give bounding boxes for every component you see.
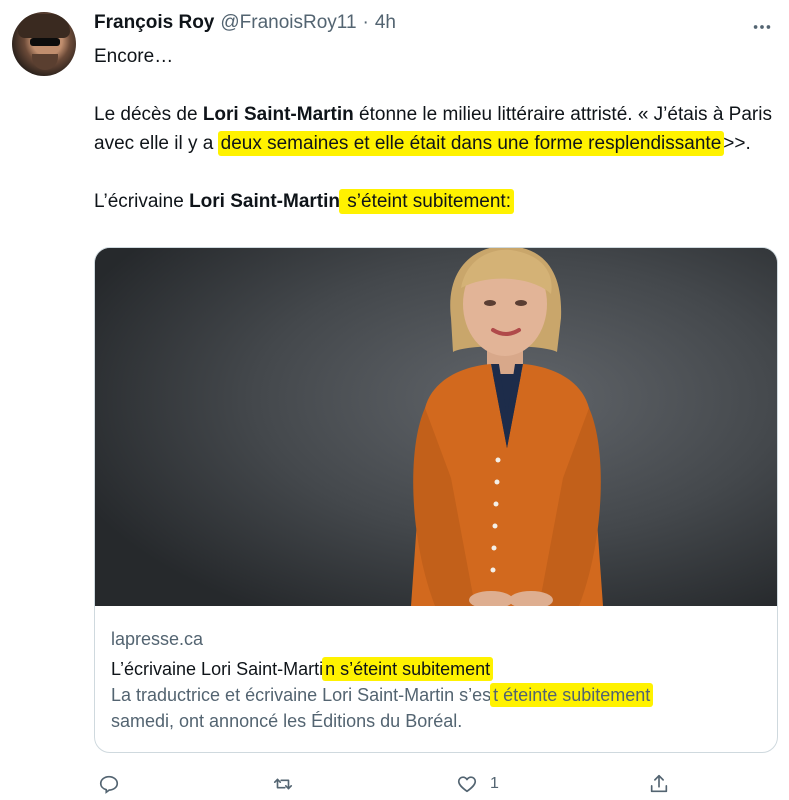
p2-bold-name: Lori Saint-Martin [202,104,354,125]
share-icon [650,774,668,793]
reply-button[interactable] [98,773,132,795]
header-separator: · [362,12,369,33]
avatar-beard [32,54,58,70]
card-title: L’écrivaine Lori Saint-Marti n s’éteint s… [111,656,761,682]
p2-text-a: Le décès de [94,104,203,125]
share-button[interactable] [648,773,670,795]
tweet-content: François Roy @FranoisRoy11 · 4h Encore… … [94,12,777,216]
card-photo[interactable] [95,248,777,606]
card-title-text: L’écrivaine Lori Saint-Marti [111,659,324,679]
author-handle[interactable]: @FranoisRoy11 [220,12,356,34]
card-description: La traductrice et écrivaine Lori Saint-M… [111,682,761,734]
tweet-actions: 1 [94,768,714,800]
author-name[interactable]: François Roy [94,12,214,34]
tweet-header: François Roy @FranoisRoy11 · 4h [94,12,777,40]
portrait-illustration [95,248,777,606]
reply-icon [99,775,119,794]
p2-text-e: >>. [723,133,751,154]
p3-bold-name: Lori Saint-Martin [189,191,341,212]
tweet-line-1: Encore… [94,46,174,67]
card-desc-highlight: t éteinte subitement [490,683,654,707]
tweet-paragraph-2: Le décès de Lori Saint-Martin étonne le … [94,100,774,158]
like-icon [457,776,477,793]
tweet-timestamp[interactable]: 4h [375,12,396,34]
card-desc-text-2: samedi, ont annoncé les Éditions du Boré… [111,711,463,731]
retweet-icon [273,778,293,790]
card-text: lapresse.ca L’écrivaine Lori Saint-Marti… [95,606,777,734]
card-domain: lapresse.ca [111,629,204,649]
tweet-paragraph-3: L’écrivaine Lori Saint-Martin s’éteint s… [94,187,774,216]
author-avatar[interactable] [12,12,76,76]
avatar-hair [18,14,70,38]
like-count: 1 [490,775,499,792]
p3-highlight: s’éteint subitement: [339,189,514,214]
tweet-text: Encore… Le décès de Lori Saint-Martin ét… [94,42,774,216]
link-preview-card[interactable]: lapresse.ca L’écrivaine Lori Saint-Marti… [94,247,778,753]
like-button[interactable]: 1 [456,773,499,795]
p3-text-a: L’écrivaine [94,191,190,212]
card-desc-text: La traductrice et écrivaine Lori Saint-M… [111,685,492,705]
p2-highlight: deux semaines et elle était dans une for… [217,131,725,156]
retweet-button[interactable] [272,773,306,795]
avatar-sunglasses [30,38,60,46]
card-title-highlight: n s’éteint subitement [322,657,494,681]
